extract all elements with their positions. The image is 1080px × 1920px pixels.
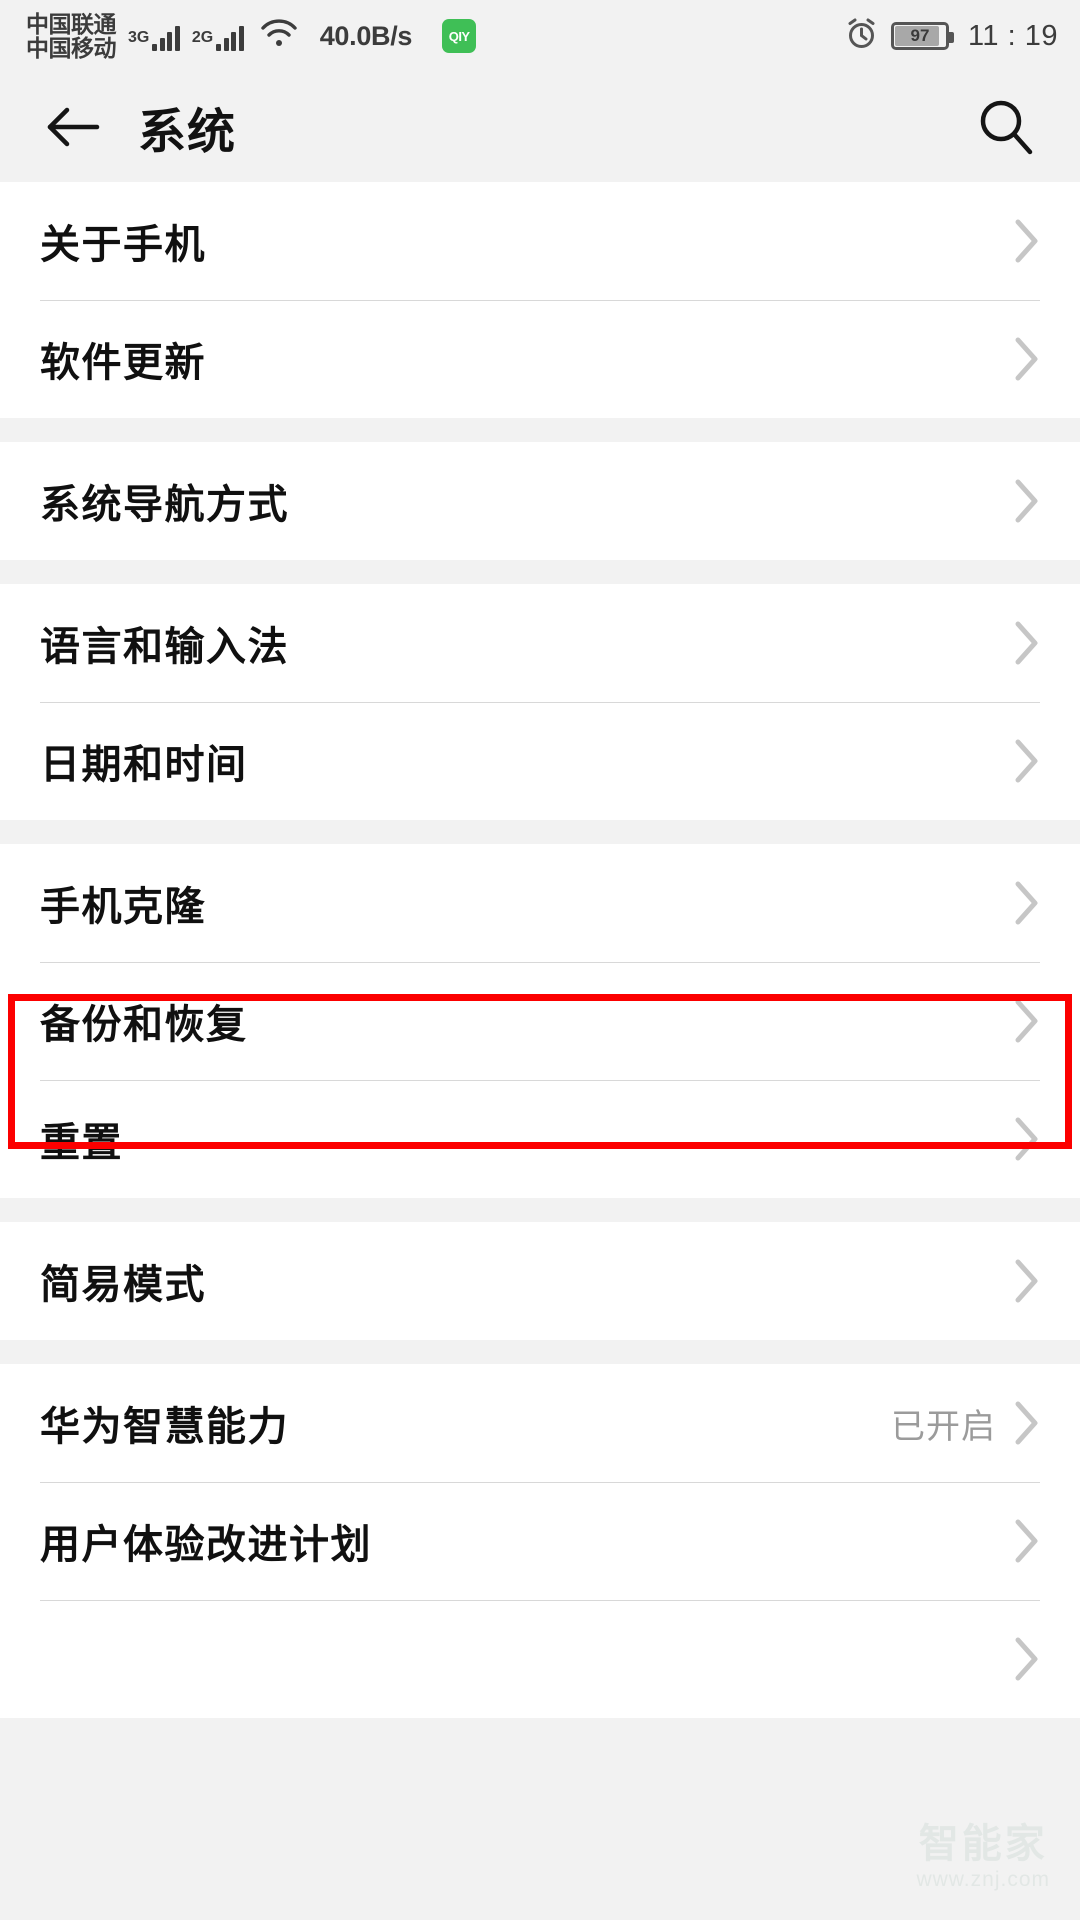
list-item-label: 系统导航方式 [40,483,289,527]
list-item-label: 华为智慧能力 [40,1405,289,1449]
list-item-label: 关于手机 [40,223,206,267]
status-bar: 中国联通 中国移动 3G 2G 40.0B/s QIY 97 11: 19 [0,0,1080,72]
carrier-1-label: 中国联通 [26,10,117,37]
list-item-label: 备份和恢复 [40,1003,248,1047]
group-separator [0,820,1080,844]
settings-group: 系统导航方式 [0,442,1080,560]
group-separator [0,560,1080,584]
settings-group: 华为智慧能力 已开启 用户体验改进计划 [0,1364,1080,1718]
watermark: 智能家 www.znj.com [916,1824,1050,1892]
chevron-right-icon [1014,1116,1040,1162]
status-bar-clock: 11 : 19 [967,19,1058,52]
list-item[interactable]: 备份和恢复 [40,962,1040,1080]
wifi-icon [260,18,298,53]
back-arrow-icon[interactable] [44,98,102,156]
network-speed-label: 40.0B/s [319,20,413,51]
chevron-right-icon [1014,880,1040,926]
list-item[interactable]: 用户体验改进计划 [40,1482,1040,1600]
watermark-url: www.znj.com [916,1868,1050,1891]
battery-percent-label: 97 [910,26,930,45]
carrier-2-label: 中国移动 [26,35,117,61]
list-item[interactable]: 手机克隆 [40,844,1040,962]
chevron-right-icon [1014,336,1040,382]
list-item-label: 语言和输入法 [40,625,289,669]
title-bar: 系统 [0,72,1080,182]
chevron-right-icon [1014,1518,1040,1564]
signal-bars-icon [152,21,180,51]
chevron-right-icon [1014,998,1040,1044]
list-item-label: 软件更新 [40,341,206,385]
settings-group: 简易模式 [0,1222,1080,1340]
list-item[interactable]: 系统导航方式 [40,442,1040,560]
chevron-right-icon [1014,478,1040,524]
list-item[interactable]: 关于手机 [40,182,1040,300]
list-item-label: 日期和时间 [40,743,248,787]
list-item-date-and-time[interactable]: 日期和时间 [40,702,1040,820]
status-badge: 已开启 [891,1407,996,1446]
sim2-signal-group: 2G [192,21,244,51]
list-item-label: 手机克隆 [40,885,206,929]
list-item-label: 用户体验改进计划 [40,1523,372,1567]
settings-list: 关于手机 软件更新 系统导航方式 语言和输入法 日期和时间 手机克隆 备份和恢复… [0,182,1080,1718]
list-item[interactable]: 重置 [40,1080,1040,1198]
watermark-title: 智能家 [918,1822,1048,1866]
group-separator [0,418,1080,442]
battery-icon: 97 [890,22,954,50]
page-title: 系统 [138,106,237,159]
list-item[interactable] [40,1600,1040,1718]
chevron-right-icon [1014,218,1040,264]
search-icon[interactable] [974,95,1038,159]
group-separator [0,1198,1080,1222]
chevron-right-icon [1014,1636,1040,1682]
list-item[interactable]: 华为智慧能力 已开启 [40,1364,1040,1482]
status-bar-right: 97 11 : 19 [845,17,1058,55]
chevron-right-icon [1014,620,1040,666]
list-item[interactable]: 软件更新 [40,300,1040,418]
group-separator [0,1340,1080,1364]
settings-group: 语言和输入法 日期和时间 [0,584,1080,820]
list-item[interactable]: 语言和输入法 [40,584,1040,702]
chevron-right-icon [1014,1400,1040,1446]
sim1-generation-label: 3G [128,29,150,46]
status-bar-left: 中国联通 中国移动 3G 2G 40.0B/s QIY [26,10,477,61]
sim2-generation-label: 2G [191,29,214,46]
list-item-label: 重置 [40,1121,123,1165]
settings-group: 关于手机 软件更新 [0,182,1080,418]
list-item[interactable]: 简易模式 [40,1222,1040,1340]
sim1-signal-group: 3G [128,21,180,51]
settings-group: 手机克隆 备份和恢复 重置 [0,844,1080,1198]
carrier-names: 中国联通 中国移动 [26,10,117,61]
list-item-label: 简易模式 [40,1263,206,1307]
chevron-right-icon [1014,1258,1040,1304]
alarm-clock-icon [845,17,878,55]
iqiyi-app-icon: QIY [442,19,477,53]
chevron-right-icon [1014,738,1040,784]
signal-bars-icon [216,21,244,51]
